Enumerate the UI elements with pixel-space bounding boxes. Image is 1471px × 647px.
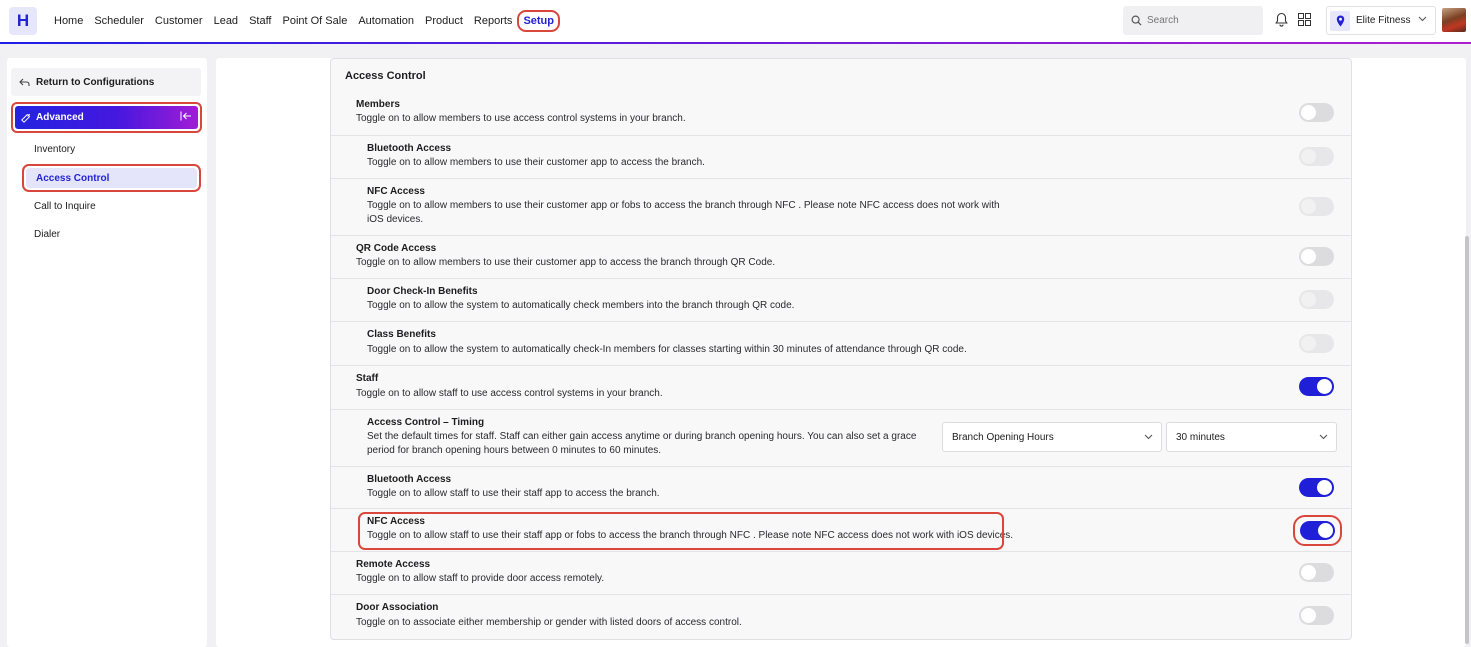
setting-title: Members — [356, 99, 400, 110]
nav-item-lead[interactable]: Lead — [214, 15, 238, 27]
nav-item-scheduler[interactable]: Scheduler — [94, 15, 144, 27]
setting-description: Toggle on to allow the system to automat… — [367, 300, 795, 311]
access-hours-value: Branch Opening Hours — [952, 431, 1054, 443]
advanced-section-header[interactable]: Advanced — [15, 106, 198, 129]
setting-row-qr-code: QR Code Access Toggle on to allow member… — [331, 235, 1351, 278]
setting-row-access-timing: Access Control – Timing Set the default … — [331, 409, 1351, 466]
nav-item-staff[interactable]: Staff — [249, 15, 271, 27]
access-hours-select[interactable]: Branch Opening Hours — [942, 422, 1162, 452]
setting-description: Toggle on to associate either membership… — [356, 617, 742, 628]
staff-toggle[interactable] — [1299, 377, 1334, 396]
nav-item-home[interactable]: Home — [54, 15, 83, 27]
location-pin-icon — [1330, 10, 1350, 31]
setting-row-class-benefits: Class Benefits Toggle on to allow the sy… — [331, 321, 1351, 365]
advanced-label: Advanced — [36, 112, 84, 123]
member-nfc-toggle[interactable] — [1299, 197, 1334, 216]
return-label: Return to Configurations — [36, 76, 155, 88]
branch-name: Elite Fitness — [1356, 15, 1411, 26]
setting-description: Set the default times for staff. Staff c… — [367, 431, 917, 456]
search-icon — [1131, 15, 1142, 26]
setting-row-door-check-in: Door Check-In Benefits Toggle on to allo… — [331, 278, 1351, 321]
staff-bluetooth-toggle[interactable] — [1299, 478, 1334, 497]
panel-title: Access Control — [345, 70, 426, 82]
sidebar-item-access-control[interactable]: Access Control — [26, 168, 197, 188]
staff-nfc-highlight — [358, 512, 1004, 550]
setting-title: Door Association — [356, 602, 439, 613]
staff-nfc-toggle[interactable] — [1300, 521, 1335, 540]
bell-icon[interactable] — [1275, 12, 1288, 27]
sidebar-item-access-control-highlight: Access Control — [22, 164, 201, 192]
setting-title: Bluetooth Access — [367, 474, 452, 485]
remote-access-toggle[interactable] — [1299, 563, 1334, 582]
setting-title: Remote Access — [356, 559, 431, 570]
setting-description: Toggle on to allow members to use their … — [367, 200, 1000, 225]
chevron-down-icon — [1144, 434, 1153, 440]
sidebar-item-dialer[interactable]: Dialer — [34, 229, 60, 240]
setting-title: NFC Access — [367, 186, 425, 197]
setting-description: Toggle on to allow the system to automat… — [367, 344, 967, 355]
setting-description: Toggle on to allow staff to provide door… — [356, 573, 605, 584]
access-control-panel: Access Control Members Toggle on to allo… — [330, 58, 1352, 640]
page-scrollbar[interactable] — [1465, 236, 1469, 644]
grace-period-select[interactable]: 30 minutes — [1166, 422, 1337, 452]
setting-row-remote-access: Remote Access Toggle on to allow staff t… — [331, 551, 1351, 594]
nav-item-point-of-sale[interactable]: Point Of Sale — [283, 15, 348, 27]
chevron-down-icon — [1319, 434, 1328, 440]
nav-item-setup[interactable]: Setup — [517, 10, 560, 32]
sidebar-item-call-to-inquire[interactable]: Call to Inquire — [34, 201, 96, 212]
setting-row-door-association: Door Association Toggle on to associate … — [331, 594, 1351, 639]
nav-item-product[interactable]: Product — [425, 15, 463, 27]
sidebar-item-inventory[interactable]: Inventory — [34, 144, 75, 155]
setting-title: Staff — [356, 373, 379, 384]
app-logo[interactable]: H — [9, 7, 37, 35]
search-input[interactable] — [1147, 15, 1247, 26]
qr-code-toggle[interactable] — [1299, 247, 1334, 266]
setting-title: QR Code Access — [356, 243, 437, 254]
setting-row-members: Members Toggle on to allow members to us… — [331, 91, 1351, 135]
search-box[interactable] — [1123, 6, 1263, 35]
advanced-section-highlight: Advanced — [11, 102, 202, 133]
setting-title: Bluetooth Access — [367, 143, 452, 154]
back-arrow-icon — [19, 78, 30, 86]
branch-selector[interactable]: Elite Fitness — [1326, 6, 1436, 35]
return-to-configurations-button[interactable]: Return to Configurations — [11, 68, 201, 96]
apps-grid-icon[interactable] — [1298, 13, 1311, 26]
setting-description: Toggle on to allow members to use their … — [367, 157, 705, 168]
settings-sidebar: Return to Configurations Advanced Invent… — [7, 58, 207, 647]
setting-row-member-bluetooth: Bluetooth Access Toggle on to allow memb… — [331, 135, 1351, 178]
setting-description: Toggle on to allow members to use access… — [356, 113, 686, 124]
nav-item-customer[interactable]: Customer — [155, 15, 203, 27]
wrench-icon — [21, 113, 31, 123]
setting-row-member-nfc: NFC Access Toggle on to allow members to… — [331, 178, 1351, 235]
class-benefits-toggle[interactable] — [1299, 334, 1334, 353]
member-bluetooth-toggle[interactable] — [1299, 147, 1334, 166]
main-content: Access Control Members Toggle on to allo… — [216, 58, 1466, 647]
members-toggle[interactable] — [1299, 103, 1334, 122]
nav-item-reports[interactable]: Reports — [474, 15, 513, 27]
setting-title: Access Control – Timing — [367, 417, 485, 428]
setting-title: Class Benefits — [367, 329, 436, 340]
top-nav-bar: H Home Scheduler Customer Lead Staff Poi… — [0, 0, 1471, 44]
setting-description: Toggle on to allow staff to use access c… — [356, 388, 663, 399]
setting-row-staff: Staff Toggle on to allow staff to use ac… — [331, 365, 1351, 409]
collapse-sidebar-icon[interactable] — [180, 111, 192, 121]
main-nav: Home Scheduler Customer Lead Staff Point… — [54, 0, 571, 42]
setting-row-staff-bluetooth: Bluetooth Access Toggle on to allow staf… — [331, 466, 1351, 508]
grace-period-value: 30 minutes — [1176, 431, 1225, 443]
setting-title: Door Check-In Benefits — [367, 286, 478, 297]
door-check-in-toggle[interactable] — [1299, 290, 1334, 309]
setting-row-staff-nfc: NFC Access Toggle on to allow staff to u… — [331, 508, 1351, 551]
chevron-down-icon — [1418, 16, 1427, 22]
setting-description: Toggle on to allow staff to use their st… — [367, 488, 660, 499]
door-association-toggle[interactable] — [1299, 606, 1334, 625]
setting-description: Toggle on to allow members to use their … — [356, 257, 776, 268]
nav-item-automation[interactable]: Automation — [358, 15, 414, 27]
user-avatar[interactable] — [1442, 8, 1466, 32]
